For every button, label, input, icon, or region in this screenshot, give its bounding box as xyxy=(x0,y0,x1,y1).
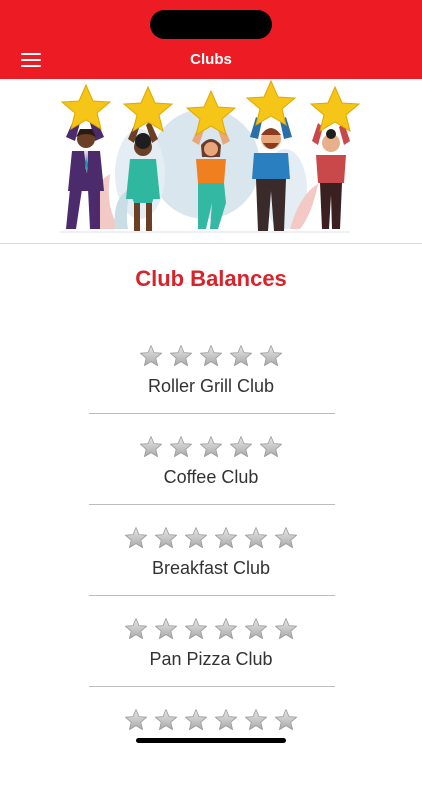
star-icon xyxy=(215,527,237,548)
club-item-pan-pizza[interactable]: Pan Pizza Club xyxy=(0,609,422,700)
star-icon xyxy=(200,436,222,457)
star-icon xyxy=(215,709,237,730)
star-rating xyxy=(0,708,422,732)
page-title: Clubs xyxy=(190,51,232,68)
hero-divider xyxy=(0,243,422,244)
star-icon xyxy=(155,618,177,639)
club-name: Pan Pizza Club xyxy=(149,649,273,669)
star-icon xyxy=(140,345,162,366)
star-icon xyxy=(275,527,297,548)
club-list: Roller Grill Club Coffee Club Breakfast … xyxy=(0,336,422,791)
people-holding-stars-illustration xyxy=(60,79,361,233)
club-name: Roller Grill Club xyxy=(147,376,275,396)
app-header: Clubs xyxy=(0,0,422,79)
club-item-breakfast[interactable]: Breakfast Club xyxy=(0,518,422,609)
divider xyxy=(89,504,335,505)
hero-illustration xyxy=(0,79,422,243)
star-icon xyxy=(260,345,282,366)
club-name: Coffee Club xyxy=(163,467,259,487)
star-icon xyxy=(125,709,147,730)
divider xyxy=(89,686,335,687)
club-name: Breakfast Club xyxy=(151,558,271,578)
star-icon xyxy=(155,527,177,548)
star-icon xyxy=(215,618,237,639)
star-icon xyxy=(170,436,192,457)
star-icon xyxy=(170,345,192,366)
star-icon xyxy=(185,527,207,548)
star-icon xyxy=(245,527,267,548)
home-indicator xyxy=(136,738,286,743)
star-icon xyxy=(125,618,147,639)
device-notch xyxy=(150,10,272,39)
star-icon xyxy=(245,709,267,730)
star-rating xyxy=(0,617,422,641)
section-title: Club Balances xyxy=(135,266,287,291)
star-icon xyxy=(260,436,282,457)
star-icon xyxy=(230,345,252,366)
divider xyxy=(89,595,335,596)
star-icon xyxy=(200,345,222,366)
star-icon xyxy=(245,618,267,639)
club-item-coffee[interactable]: Coffee Club xyxy=(0,427,422,518)
star-icon xyxy=(185,709,207,730)
club-item-roller-grill[interactable]: Roller Grill Club xyxy=(0,336,422,427)
star-icon xyxy=(125,527,147,548)
star-icon xyxy=(185,618,207,639)
club-item-partial[interactable] xyxy=(0,700,422,791)
star-rating xyxy=(0,526,422,550)
star-icon xyxy=(275,709,297,730)
star-icon xyxy=(140,436,162,457)
divider xyxy=(89,413,335,414)
star-icon xyxy=(275,618,297,639)
star-rating xyxy=(0,435,422,459)
star-icon xyxy=(155,709,177,730)
star-icon xyxy=(230,436,252,457)
star-rating xyxy=(0,344,422,368)
